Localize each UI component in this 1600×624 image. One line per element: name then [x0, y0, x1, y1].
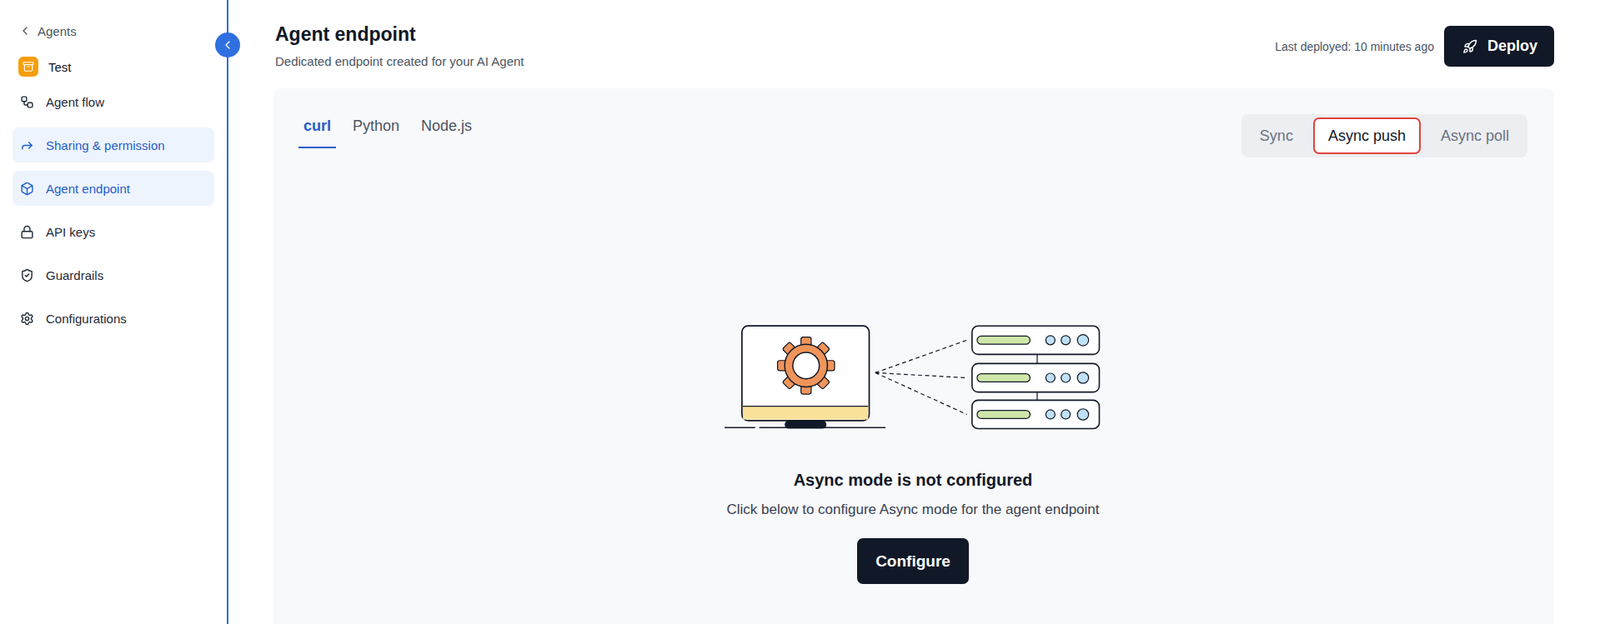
agent-icon: [22, 60, 35, 73]
share-icon: [20, 138, 35, 153]
back-label: Agents: [37, 24, 77, 39]
main: Agent endpoint Dedicated endpoint created…: [228, 0, 1600, 624]
language-tabs: curl Python Node.js: [298, 114, 477, 149]
sidebar-item[interactable]: Configurations: [12, 300, 215, 337]
box-icon: [20, 181, 35, 196]
mode-tab[interactable]: Async push: [1313, 117, 1421, 155]
page-subtitle: Dedicated endpoint created for your AI A…: [275, 54, 525, 69]
sidebar-item-label: Guardrails: [45, 268, 104, 283]
language-tab[interactable]: curl: [298, 114, 337, 149]
title-block: Agent endpoint Dedicated endpoint created…: [275, 21, 525, 69]
mode-tabs: SyncAsync pushAsync poll: [1241, 114, 1528, 158]
language-tab[interactable]: Python: [347, 114, 405, 149]
page-title: Agent endpoint: [275, 23, 525, 46]
sidebar-item[interactable]: Sharing & permission: [12, 127, 215, 163]
sidebar-item-label: Sharing & permission: [45, 138, 166, 153]
endpoint-panel: curl Python Node.js SyncAsync pushAsync pol…: [273, 88, 1555, 624]
sidebar-item[interactable]: Agent endpoint: [12, 170, 215, 206]
back-link[interactable]: Agents: [12, 21, 215, 41]
flow-icon: [20, 95, 35, 110]
sidebar-item[interactable]: API keys: [12, 214, 215, 250]
deploy-area: Last deployed: 10 minutes ago Deploy: [1274, 25, 1555, 67]
empty-description: Click below to configure Async mode for …: [727, 501, 1100, 519]
deploy-button[interactable]: Deploy: [1444, 25, 1555, 67]
configure-button[interactable]: Configure: [857, 538, 969, 585]
agent-name: Test: [48, 60, 72, 75]
sidebar-item-label: API keys: [45, 225, 96, 240]
panel-toolbar: curl Python Node.js SyncAsync pushAsync pol…: [298, 114, 1528, 158]
empty-state: Async mode is not configured Click below …: [298, 325, 1528, 585]
mode-tab[interactable]: Async poll: [1425, 117, 1525, 155]
language-tab[interactable]: Node.js: [416, 114, 477, 149]
sidebar-item[interactable]: Guardrails: [12, 257, 215, 293]
collapse-button[interactable]: [215, 32, 241, 58]
last-deployed: Last deployed: 10 minutes ago: [1274, 40, 1435, 54]
server-illustration-icon: [724, 325, 1102, 432]
sidebar: Agents Test Agent flow Sharing & permission…: [0, 0, 229, 624]
chevron-left-icon: [18, 24, 32, 38]
sidebar-item-label: Agent flow: [45, 95, 105, 110]
header: Agent endpoint Dedicated endpoint created…: [275, 21, 1555, 69]
chevron-left-icon: [220, 38, 235, 52]
page: Agents Test Agent flow Sharing & permission…: [0, 0, 1600, 624]
agent-row: Test: [12, 55, 215, 78]
sidebar-item[interactable]: Agent flow: [12, 84, 215, 120]
sidebar-item-label: Agent endpoint: [45, 181, 131, 196]
shield-icon: [20, 268, 35, 283]
agent-badge: [18, 56, 39, 77]
rocket-icon: [1462, 39, 1478, 55]
settings-icon: [20, 311, 35, 327]
mode-tab[interactable]: Sync: [1244, 117, 1309, 155]
lock-icon: [20, 225, 35, 240]
empty-title: Async mode is not configured: [793, 471, 1034, 491]
sidebar-nav: Agent flow Sharing & permission Agent endp…: [12, 84, 215, 337]
sidebar-item-label: Configurations: [45, 311, 127, 327]
